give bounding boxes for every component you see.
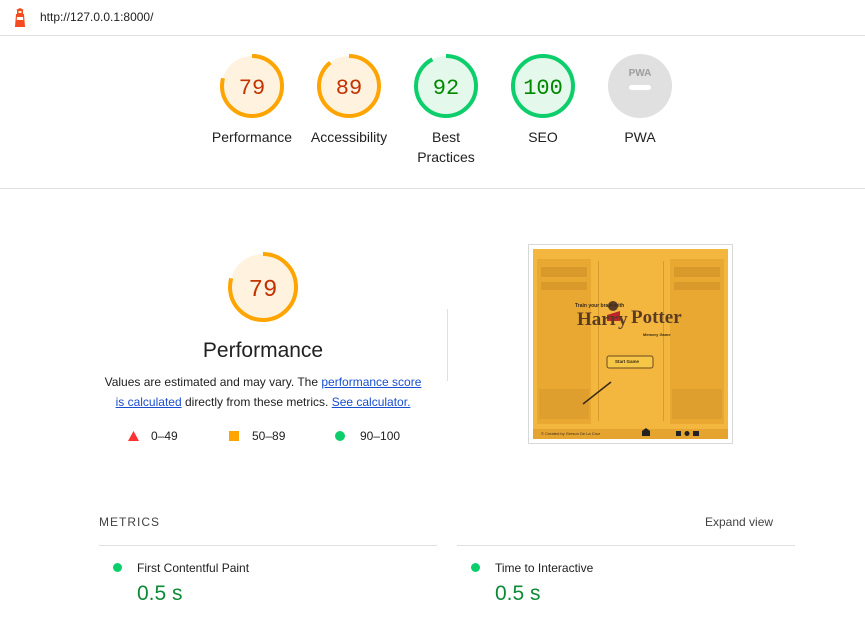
is-calculated-link[interactable]: is calculated <box>116 395 182 409</box>
legend-range: 90–100 <box>360 429 401 443</box>
gauge-accessibility[interactable]: 89 Accessibility <box>301 52 397 147</box>
pwa-badge-icon: PWA <box>608 54 672 118</box>
performance-section: 79 Performance Values are estimated and … <box>0 189 865 619</box>
desc-text-2: directly from these metrics. <box>181 395 332 409</box>
green-circle-icon <box>113 563 122 572</box>
orange-square-icon <box>229 431 239 441</box>
gauge-pwa[interactable]: PWA PWA <box>592 52 688 147</box>
legend-average: 50–89 <box>229 429 285 443</box>
gauge-seo[interactable]: 100 SEO <box>495 52 591 147</box>
gauge-score: 100 <box>523 76 563 101</box>
page-url[interactable]: http://127.0.0.1:8000/ <box>40 10 153 24</box>
gauge-ring: 92 <box>414 54 478 118</box>
final-screenshot[interactable]: Train your brain with Harry Potter Memor… <box>528 244 733 444</box>
metric-value-fcp: 0.5 s <box>137 582 183 605</box>
performance-score-gauge: 79 <box>226 250 300 329</box>
gauge-best-practices[interactable]: 92 Best Practices <box>398 52 494 167</box>
performance-description: Values are estimated and may vary. The p… <box>90 372 436 412</box>
screenshot-image: Train your brain with Harry Potter Memor… <box>533 249 728 439</box>
screenshot-brand-harry: Harry <box>577 309 628 330</box>
lighthouse-icon[interactable] <box>13 8 27 33</box>
gauge-label: SEO <box>528 129 558 145</box>
screenshot-footer: © Created by Gerson De La Cruz <box>541 431 601 436</box>
gauge-ring: 89 <box>317 54 381 118</box>
green-circle-icon <box>471 563 480 572</box>
legend-pass: 90–100 <box>335 429 400 443</box>
gauge-label: Performance <box>211 129 293 145</box>
gauge-label: PWA <box>624 129 656 145</box>
metric-divider <box>99 545 437 546</box>
category-gauges: 79 Performance 89 Accessibility 92 Best … <box>0 36 865 189</box>
performance-title: Performance <box>202 339 324 362</box>
gauge-ring: 79 <box>220 54 284 118</box>
green-circle-icon <box>335 431 345 441</box>
gauge-label-line2: Practices <box>417 149 475 165</box>
gauge-performance[interactable]: 79 Performance <box>204 52 300 147</box>
performance-score: 79 <box>249 277 278 304</box>
screenshot-brand-potter: Potter <box>631 307 682 328</box>
gauge-score: 89 <box>336 76 362 101</box>
desc-text-1: Values are estimated and may vary. The <box>104 375 322 389</box>
metrics-heading: METRICS <box>99 515 160 529</box>
legend-range: 50–89 <box>252 429 286 443</box>
see-calculator-link[interactable]: See calculator. <box>332 395 411 409</box>
gauge-ring: 79 <box>228 252 298 322</box>
red-triangle-icon <box>128 431 139 441</box>
legend-range: 0–49 <box>151 429 178 443</box>
gauge-label: Best Practices <box>398 127 494 167</box>
gauge-label: Accessibility <box>310 129 388 145</box>
pwa-badge-text: PWA <box>629 68 652 79</box>
report-topbar: http://127.0.0.1:8000/ <box>0 0 865 36</box>
metric-value-tti: 0.5 s <box>495 582 541 605</box>
gauge-score: 92 <box>433 76 459 101</box>
performance-score-link[interactable]: performance score <box>321 375 421 389</box>
section-divider <box>447 309 448 381</box>
gauge-label-line1: Best <box>431 129 460 145</box>
gauge-ring: 100 <box>511 54 575 118</box>
screenshot-subtitle: Memory Game <box>643 332 671 337</box>
metric-name-tti: Time to Interactive <box>495 561 594 575</box>
screenshot-start-button: Start Game <box>615 359 640 364</box>
gauge-score: 79 <box>239 76 265 101</box>
expand-view-toggle[interactable]: Expand view <box>705 515 773 529</box>
metric-name-fcp: First Contentful Paint <box>137 561 250 575</box>
metric-divider <box>457 545 795 546</box>
legend-fail: 0–49 <box>128 429 178 443</box>
